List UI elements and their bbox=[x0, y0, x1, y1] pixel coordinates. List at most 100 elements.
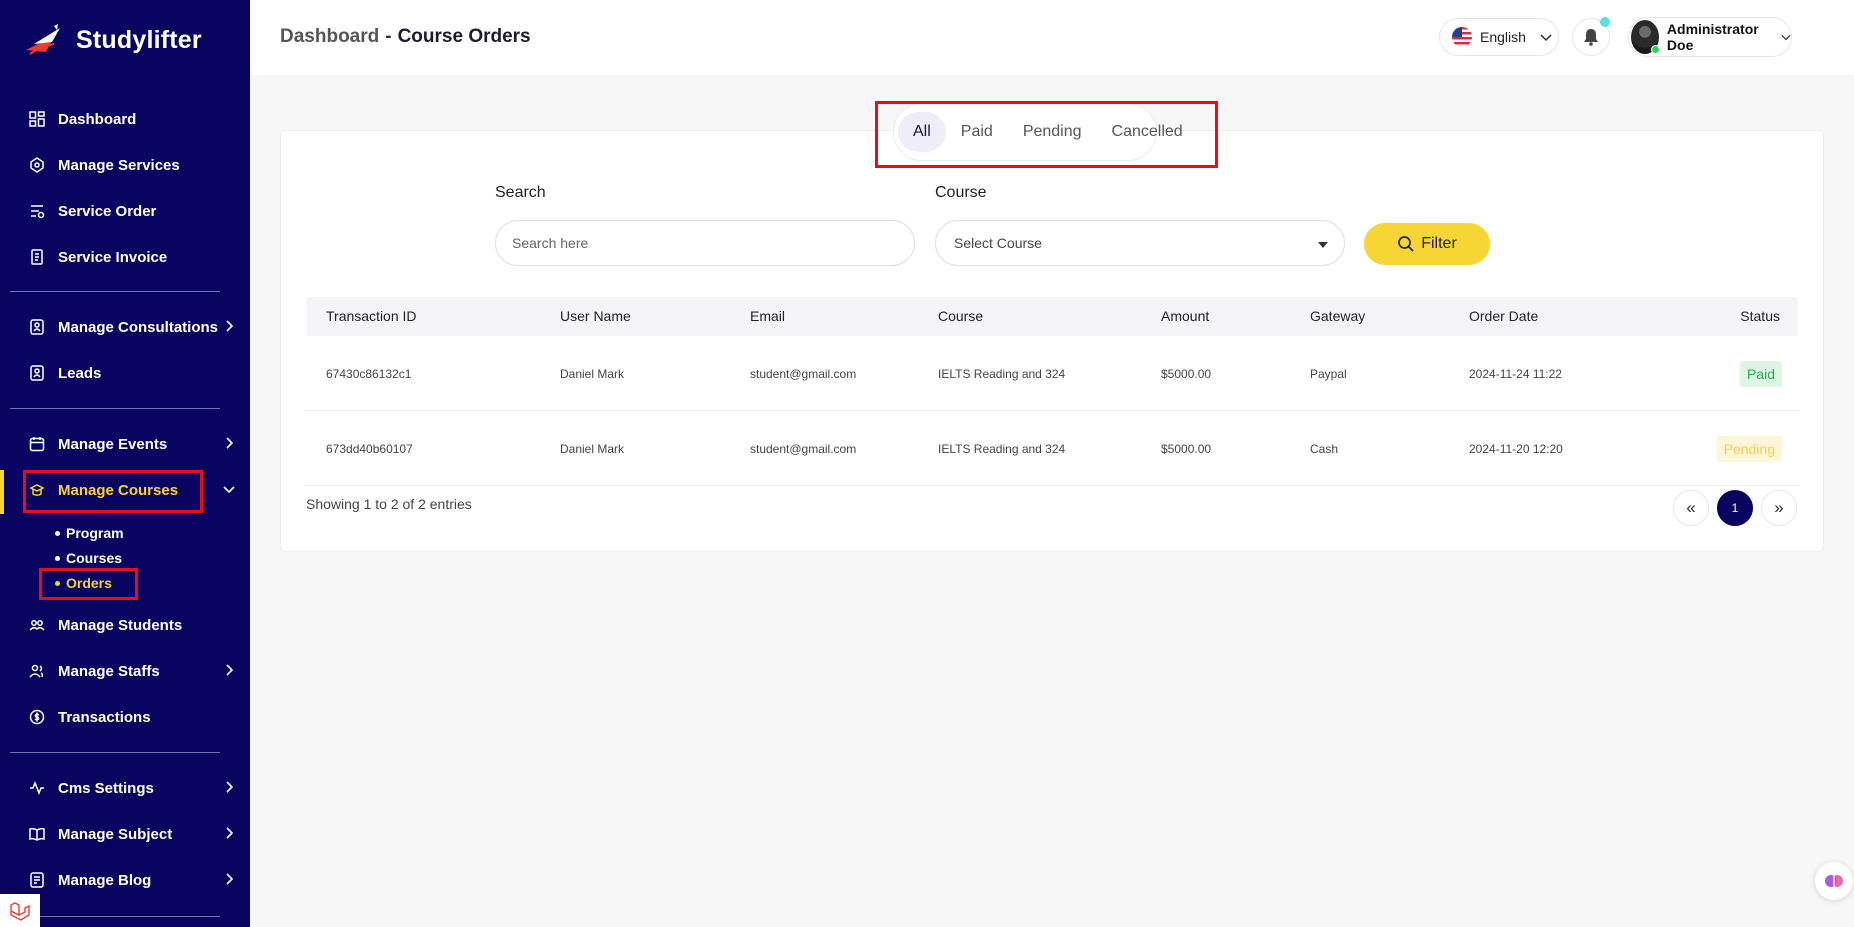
table-row[interactable]: 67430c86132c1 Daniel Mark student@gmail.… bbox=[306, 336, 1798, 411]
column-header[interactable]: Amount bbox=[1161, 308, 1209, 324]
chevron-right-icon bbox=[226, 873, 234, 885]
search-input[interactable] bbox=[495, 220, 915, 266]
chevron-right-icon bbox=[226, 320, 234, 332]
table-row[interactable]: 673dd40b60107 Daniel Mark student@gmail.… bbox=[306, 411, 1798, 486]
column-header[interactable]: Email bbox=[750, 308, 785, 324]
column-header[interactable]: Course bbox=[938, 308, 983, 324]
sidebar-item-label: Manage Blog bbox=[58, 871, 152, 889]
language-selector[interactable]: English bbox=[1439, 18, 1559, 56]
sidebar-item-service-order[interactable]: Service Order bbox=[0, 191, 250, 231]
tab-cancelled[interactable]: Cancelled bbox=[1097, 112, 1198, 152]
students-icon bbox=[28, 616, 46, 634]
assistant-button[interactable] bbox=[1815, 862, 1853, 900]
status-badge: Pending bbox=[1716, 435, 1782, 462]
tab-pending[interactable]: Pending bbox=[1008, 112, 1097, 152]
brand-logo[interactable]: Studylifter bbox=[24, 22, 202, 58]
sidebar-item-label: Cms Settings bbox=[58, 779, 154, 797]
sidebar-item-manage-events[interactable]: Manage Events bbox=[0, 424, 250, 464]
pagination-page-button[interactable]: 1 bbox=[1717, 490, 1753, 526]
sidebar-item-label: Service Invoice bbox=[58, 248, 168, 266]
column-header[interactable]: Gateway bbox=[1310, 308, 1365, 324]
sidebar-divider bbox=[10, 916, 220, 917]
pagination-next-button[interactable]: » bbox=[1761, 490, 1797, 526]
sidebar-item-leads[interactable]: Leads bbox=[0, 353, 250, 393]
cms-icon bbox=[28, 779, 46, 797]
column-header[interactable]: Order Date bbox=[1469, 308, 1538, 324]
book-icon bbox=[28, 825, 46, 843]
chevron-right-icon bbox=[226, 664, 234, 676]
column-header[interactable]: User Name bbox=[560, 308, 631, 324]
laravel-icon bbox=[10, 901, 30, 921]
online-status-dot bbox=[1650, 45, 1660, 54]
sidebar-item-manage-consultations[interactable]: Manage Consultations bbox=[0, 307, 250, 347]
sidebar-item-service-invoice[interactable]: Service Invoice bbox=[0, 237, 250, 277]
logo-icon bbox=[26, 24, 60, 55]
sidebar-item-label: Manage Courses bbox=[58, 481, 179, 499]
sidebar-item-manage-services[interactable]: Manage Services bbox=[0, 145, 250, 185]
sidebar-item-label: Dashboard bbox=[58, 110, 137, 128]
bullet-dot bbox=[55, 530, 60, 536]
courses-icon bbox=[28, 481, 46, 499]
brand-name: Studylifter bbox=[76, 25, 202, 54]
consultation-icon bbox=[28, 318, 46, 336]
cell-gateway: Cash bbox=[1310, 441, 1339, 456]
avatar bbox=[1631, 20, 1660, 54]
sidebar-item-manage-students[interactable]: Manage Students bbox=[0, 605, 250, 645]
filter-button[interactable]: Filter bbox=[1364, 223, 1490, 265]
cell-user-name: Daniel Mark bbox=[560, 366, 625, 381]
chevron-down-icon bbox=[1540, 34, 1552, 42]
table-header: Transaction ID User Name Email Course Am… bbox=[306, 297, 1798, 336]
column-header[interactable]: Transaction ID bbox=[326, 308, 417, 324]
breadcrumb-separator: - bbox=[385, 26, 392, 47]
course-select[interactable]: Select Course bbox=[935, 220, 1345, 266]
bullet-dot bbox=[55, 580, 60, 586]
tab-all[interactable]: All bbox=[898, 112, 946, 152]
user-menu[interactable]: Administrator Doe bbox=[1628, 17, 1792, 57]
sidebar-subitem-courses[interactable]: Courses bbox=[55, 550, 122, 566]
sidebar-subitem-label: Courses bbox=[66, 550, 123, 566]
course-select-value: Select Course bbox=[954, 235, 1042, 251]
cell-transaction-id: 673dd40b60107 bbox=[326, 441, 413, 456]
cell-amount: $5000.00 bbox=[1161, 441, 1212, 456]
sidebar-item-manage-subject[interactable]: Manage Subject bbox=[0, 814, 250, 854]
laravel-debug-badge[interactable] bbox=[0, 894, 40, 927]
sidebar-item-label: Manage Students bbox=[58, 616, 183, 634]
pagination-prev-button[interactable]: « bbox=[1673, 490, 1709, 526]
sidebar-divider bbox=[10, 752, 220, 753]
sidebar-item-manage-staffs[interactable]: Manage Staffs bbox=[0, 651, 250, 691]
bullet-dot bbox=[55, 555, 60, 561]
search-icon bbox=[1398, 236, 1414, 252]
cell-transaction-id: 67430c86132c1 bbox=[326, 366, 412, 381]
entries-summary: Showing 1 to 2 of 2 entries bbox=[306, 496, 472, 512]
breadcrumb: Dashboard - Course Orders bbox=[280, 26, 531, 48]
caret-down-icon bbox=[1318, 242, 1328, 248]
sidebar-item-label: Service Order bbox=[58, 202, 157, 220]
tab-paid[interactable]: Paid bbox=[946, 112, 1008, 152]
sidebar-item-transactions[interactable]: Transactions bbox=[0, 697, 250, 737]
course-label: Course bbox=[935, 184, 987, 201]
sidebar-subitem-orders[interactable]: Orders bbox=[55, 575, 112, 591]
sidebar-item-label: Transactions bbox=[58, 708, 151, 726]
cell-email: student@gmail.com bbox=[750, 441, 857, 456]
language-label: English bbox=[1480, 29, 1526, 45]
leads-icon bbox=[28, 364, 46, 382]
chevron-down-icon bbox=[1781, 34, 1791, 41]
column-header[interactable]: Status bbox=[1740, 308, 1780, 324]
bell-icon bbox=[1584, 29, 1598, 46]
sidebar-item-cms-settings[interactable]: Cms Settings bbox=[0, 768, 250, 808]
sidebar-divider bbox=[10, 408, 220, 409]
sidebar-subitem-program[interactable]: Program bbox=[55, 525, 124, 541]
sidebar-divider bbox=[10, 291, 220, 292]
transactions-icon bbox=[28, 708, 46, 726]
sidebar-item-label: Manage Subject bbox=[58, 825, 173, 843]
services-icon bbox=[28, 156, 46, 174]
breadcrumb-root[interactable]: Dashboard bbox=[280, 26, 379, 48]
chevron-right-icon bbox=[226, 437, 234, 449]
filter-button-label: Filter bbox=[1421, 235, 1457, 252]
sidebar-item-manage-courses[interactable]: Manage Courses bbox=[0, 470, 250, 510]
sidebar-item-label: Manage Consultations bbox=[58, 318, 219, 336]
search-label: Search bbox=[495, 184, 546, 201]
sidebar-item-dashboard[interactable]: Dashboard bbox=[0, 99, 250, 139]
order-icon bbox=[28, 202, 46, 220]
chevron-right-icon bbox=[226, 781, 234, 793]
